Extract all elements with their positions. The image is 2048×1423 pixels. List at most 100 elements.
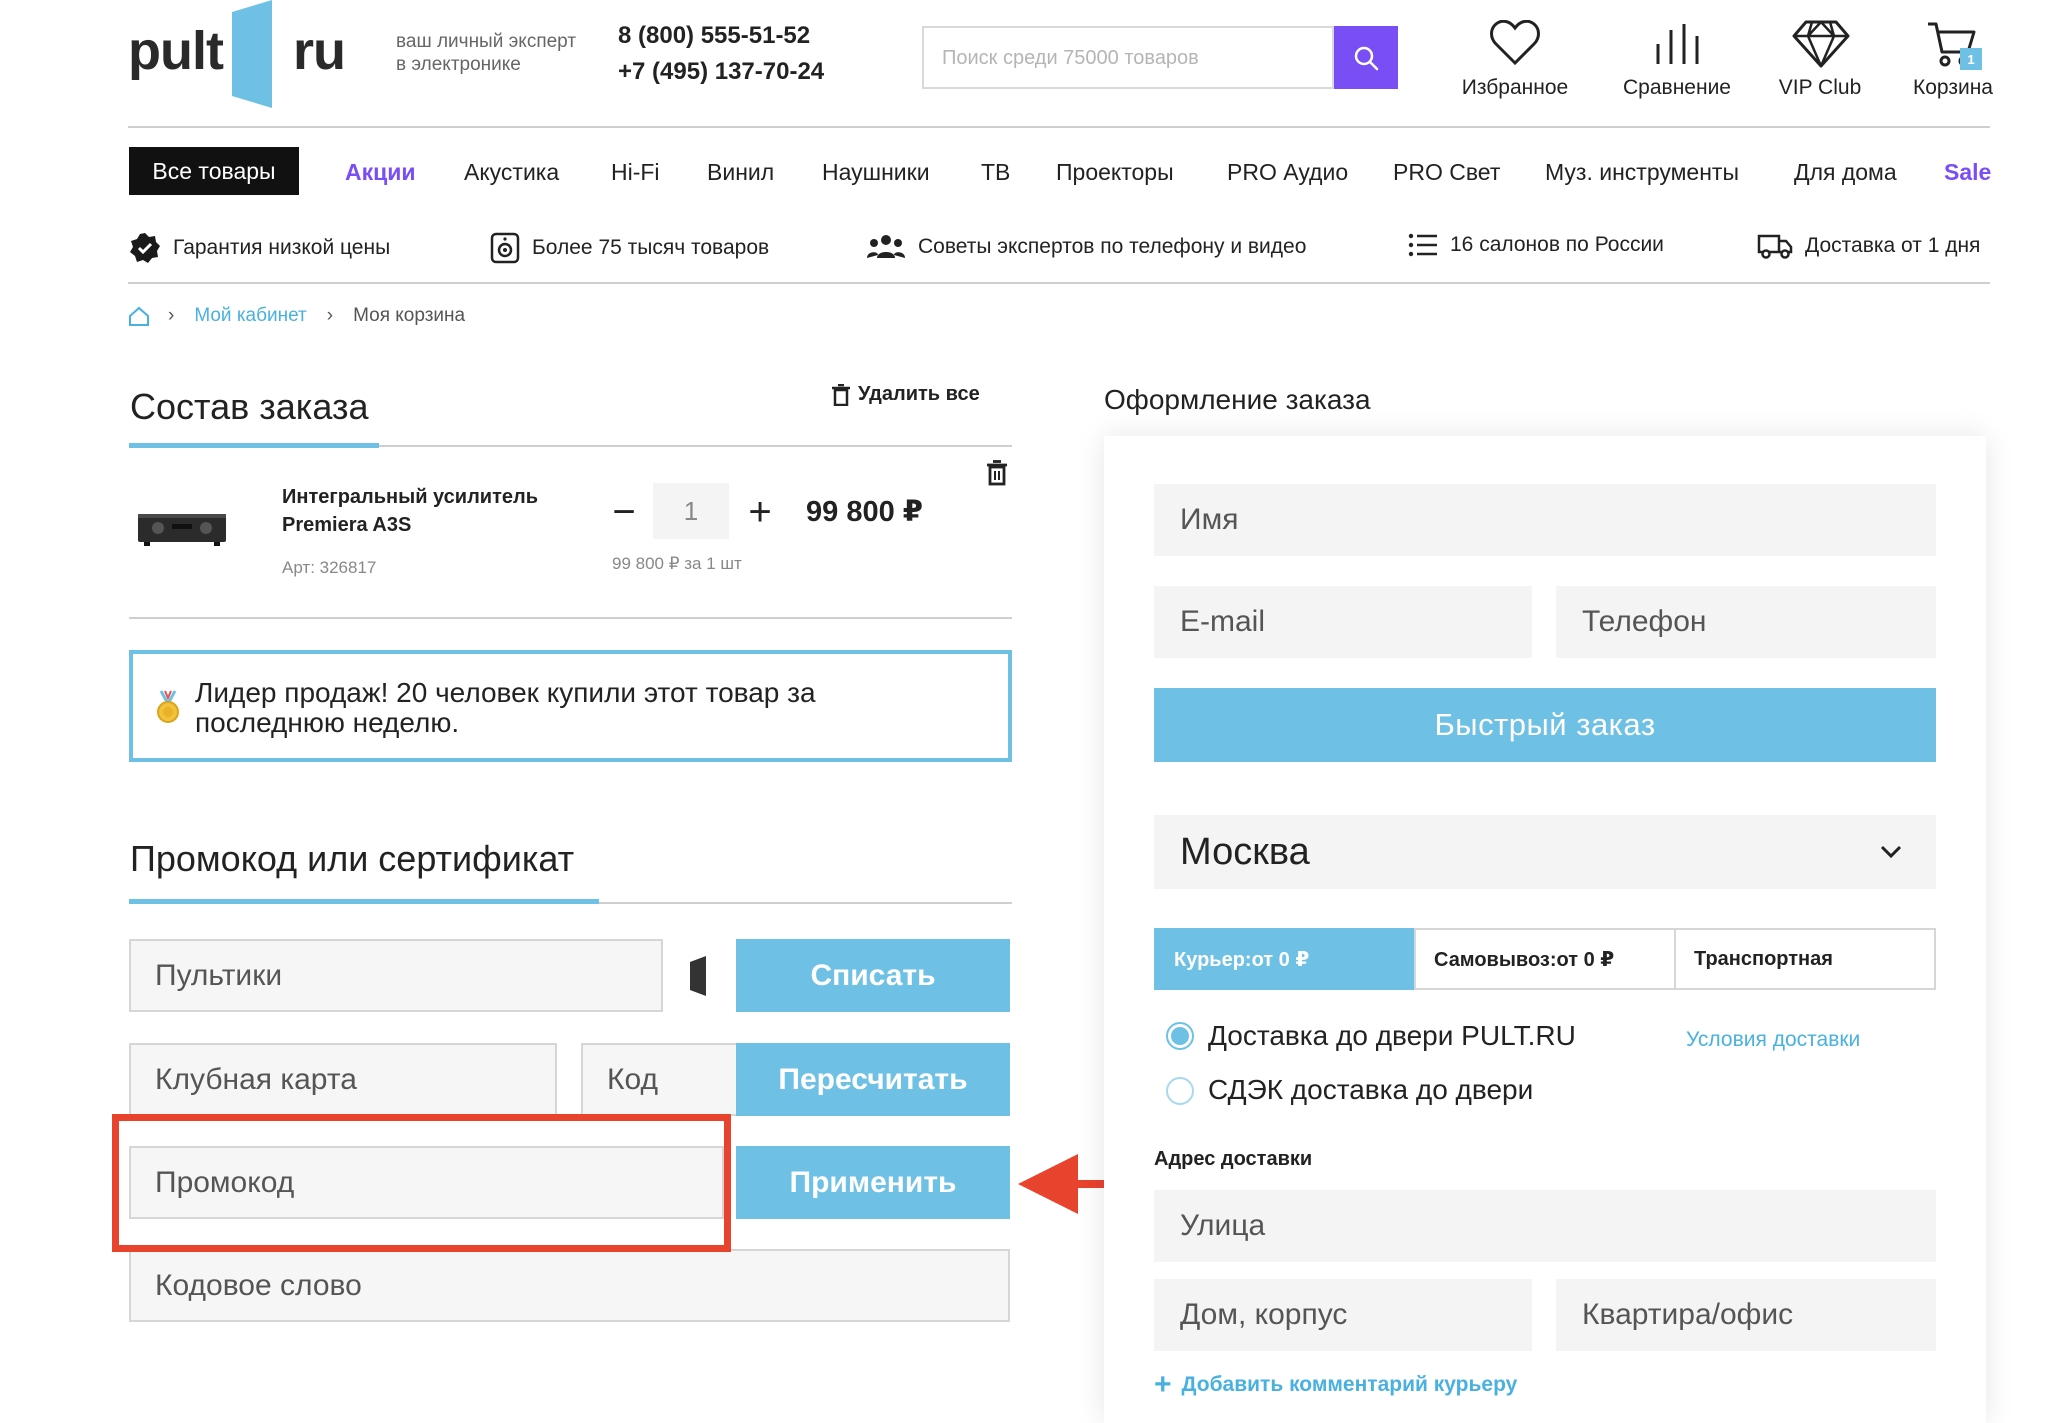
quick-order-button[interactable]: Быстрый заказ (1154, 688, 1936, 762)
promo-title: Промокод или сертификат (130, 838, 575, 879)
product-row-divider (129, 617, 1012, 619)
nav-item-sale[interactable]: Sale (1944, 159, 1991, 186)
verified-badge-icon (130, 233, 160, 263)
breadcrumb-separator-icon: › (168, 305, 175, 326)
nav-item-projectors[interactable]: Проекторы (1056, 159, 1174, 186)
diamond-icon (1792, 20, 1850, 68)
product-price: 99 800 ₽ (806, 496, 923, 528)
nav-item-promotions[interactable]: Акции (345, 159, 416, 186)
delivery-option-pult[interactable]: Доставка до двери PULT.RU (1208, 1020, 1576, 1052)
street-input[interactable]: Улица (1154, 1190, 1936, 1262)
address-label: Адрес доставки (1154, 1148, 1313, 1170)
nav-item-music-instruments[interactable]: Муз. инструменты (1545, 159, 1739, 186)
pultiki-input[interactable]: Пультики (129, 939, 663, 1012)
tab-courier[interactable]: Курьер:от 0 ₽ (1154, 928, 1416, 990)
bestseller-notice: Лидер продаж! 20 человек купили этот тов… (129, 650, 1012, 762)
cart-count-badge: 1 (1960, 48, 1982, 70)
product-image[interactable] (136, 506, 228, 550)
write-off-button[interactable]: Списать (736, 939, 1010, 1012)
vip-club-link[interactable]: VIP Club (1760, 18, 1880, 104)
nav-item-pro-light[interactable]: PRO Свет (1393, 159, 1500, 186)
nav-item-tv[interactable]: ТВ (981, 159, 1010, 186)
speaker-box-icon (490, 232, 520, 264)
search-icon (1354, 46, 1379, 70)
promo-title-accent (129, 899, 599, 904)
city-select[interactable]: Москва (1154, 815, 1936, 889)
nav-item-headphones[interactable]: Наушники (822, 159, 930, 186)
trash-icon (832, 383, 850, 406)
name-input[interactable]: Имя (1154, 484, 1936, 556)
tab-pickup[interactable]: Самовывоз:от 0 ₽ (1414, 928, 1676, 990)
benefit-low-price[interactable]: Гарантия низкой цены (129, 232, 390, 264)
breadcrumb-separator-icon: › (326, 305, 334, 326)
add-comment-link[interactable]: + Добавить комментарий курьеру (1154, 1368, 1517, 1401)
nav-item-pro-audio[interactable]: PRO Аудио (1227, 159, 1348, 186)
nav-all-products-button[interactable]: Все товары (129, 147, 299, 195)
remove-item-icon[interactable] (986, 460, 1008, 486)
qty-plus-button[interactable]: + (740, 490, 780, 534)
club-card-code-input[interactable]: Код (581, 1043, 741, 1116)
benefits-divider (128, 282, 1990, 284)
medal-icon (157, 690, 179, 723)
breadcrumb-current: Моя корзина (353, 305, 466, 326)
order-title-accent (129, 443, 379, 448)
phone-input[interactable]: Телефон (1556, 586, 1936, 658)
bestseller-text: Лидер продаж! 20 человек купили этот тов… (195, 677, 816, 738)
list-icon (1408, 233, 1437, 257)
delivery-radio-cdek[interactable] (1166, 1077, 1194, 1105)
nav-item-vinyl[interactable]: Винил (707, 159, 774, 186)
tab-transport[interactable]: Транспортная (1674, 928, 1936, 990)
product-unit-price: 99 800 ₽ за 1 шт (612, 554, 742, 573)
header-divider (128, 126, 1990, 128)
cart-link[interactable]: 1 Корзина (1898, 18, 2008, 104)
benefit-experts[interactable]: Советы экспертов по телефону и видео (866, 232, 1306, 262)
favorites-link[interactable]: Избранное (1450, 18, 1580, 104)
club-card-input[interactable]: Клубная карта (129, 1043, 557, 1116)
phone-secondary[interactable]: +7 (495) 137-70-24 (618, 54, 824, 90)
order-title: Состав заказа (130, 386, 369, 427)
logo-flag-icon (232, 0, 272, 108)
apartment-input[interactable]: Квартира/офис (1556, 1279, 1936, 1351)
benefit-stores[interactable]: 16 салонов по России (1408, 232, 1664, 258)
recalculate-button[interactable]: Пересчитать (736, 1043, 1010, 1116)
chevron-down-icon (1880, 845, 1902, 859)
delivery-option-cdek[interactable]: СДЭК доставка до двери (1208, 1074, 1533, 1106)
email-input[interactable]: E-mail (1154, 586, 1532, 658)
delivery-radio-pult[interactable] (1166, 1022, 1194, 1050)
phones: 8 (800) 555-51-52 +7 (495) 137-70-24 (618, 18, 824, 90)
tagline: ваш личный эксперт в электронике (396, 31, 577, 75)
truck-icon (1757, 234, 1793, 259)
heart-icon (1490, 20, 1540, 66)
benefit-delivery[interactable]: Доставка от 1 дня (1757, 232, 1980, 260)
logo[interactable]: pult ru (128, 0, 346, 110)
compare-link[interactable]: Сравнение (1612, 18, 1742, 104)
apply-promocode-button[interactable]: Применить (736, 1146, 1010, 1219)
logo-text-pult: pult (128, 21, 224, 81)
breadcrumb: › Мой кабинет › Моя корзина (128, 303, 465, 329)
product-article: Арт: 326817 (282, 558, 377, 577)
search-box (922, 26, 1334, 89)
checkout-title: Оформление заказа (1104, 384, 1371, 415)
info-flag-icon[interactable] (690, 956, 708, 996)
benefit-assortment[interactable]: Более 75 тысяч товаров (490, 232, 769, 264)
delete-all-button[interactable]: Удалить все (832, 383, 980, 406)
logo-text-ru: ru (293, 21, 346, 81)
people-group-icon (867, 235, 905, 258)
home-icon[interactable] (128, 306, 150, 326)
nav-item-hifi[interactable]: Hi-Fi (611, 159, 660, 186)
codeword-input[interactable]: Кодовое слово (129, 1249, 1010, 1322)
qty-input[interactable]: 1 (653, 483, 729, 539)
breadcrumb-cabinet-link[interactable]: Мой кабинет (194, 305, 306, 327)
highlight-frame (112, 1114, 731, 1252)
delivery-terms-link[interactable]: Условия доставки (1686, 1028, 1860, 1052)
compare-bars-icon (1656, 24, 1699, 64)
house-input[interactable]: Дом, корпус (1154, 1279, 1532, 1351)
qty-minus-button[interactable]: − (604, 490, 644, 534)
product-name[interactable]: Интегральный усилитель Premiera A3S (282, 483, 538, 539)
search-input[interactable] (942, 42, 1322, 74)
nav-item-home[interactable]: Для дома (1794, 159, 1897, 186)
search-button[interactable] (1334, 26, 1398, 89)
nav-item-acoustics[interactable]: Акустика (464, 159, 559, 186)
plus-icon: + (1154, 1368, 1172, 1401)
phone-primary[interactable]: 8 (800) 555-51-52 (618, 18, 824, 54)
